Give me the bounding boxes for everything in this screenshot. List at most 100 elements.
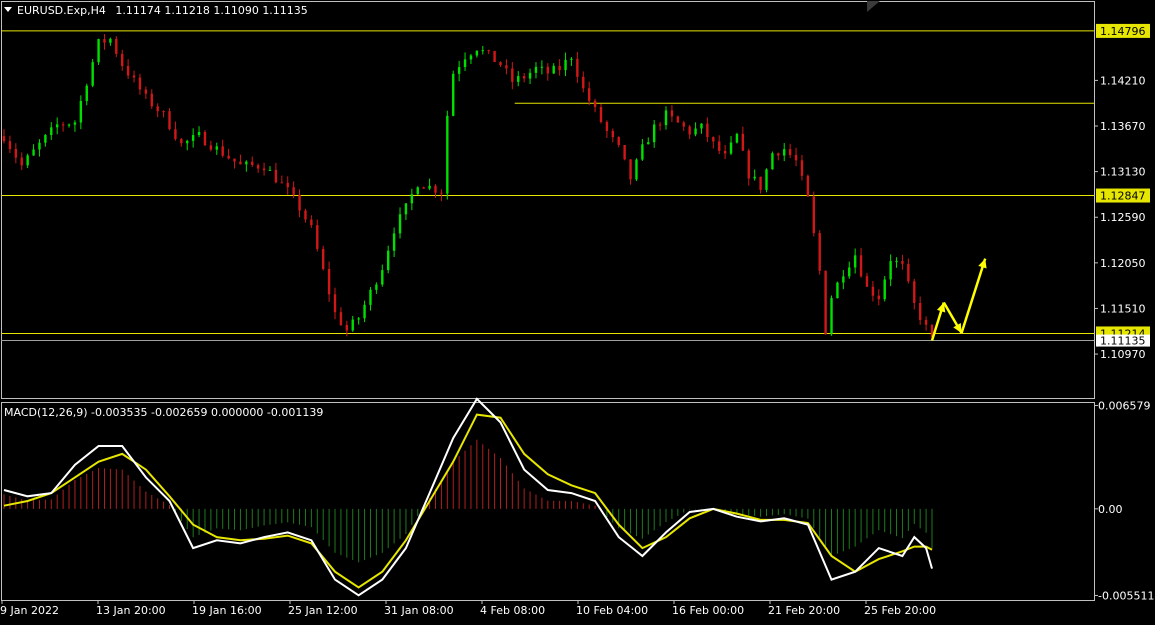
candle-body <box>540 66 544 68</box>
candle-body <box>91 62 94 86</box>
candle-body <box>26 155 29 166</box>
candle-body <box>392 233 396 251</box>
candle-body <box>487 50 490 52</box>
candle-body <box>375 284 378 290</box>
price-axis-label: 1.13670 <box>1100 120 1146 133</box>
time-axis-label: 9 Jan 2022 <box>0 604 59 617</box>
candle-body <box>534 66 538 73</box>
candle-body <box>274 169 278 183</box>
candle-body <box>245 161 248 165</box>
price-axis-label: 1.11510 <box>1100 302 1146 315</box>
candle-body <box>55 124 59 128</box>
candle-body <box>103 39 106 43</box>
candle-body <box>280 182 284 184</box>
candle-body <box>871 286 875 296</box>
candle-body <box>611 131 615 138</box>
candle-body <box>251 161 254 166</box>
candle-body <box>475 50 479 56</box>
candle-body <box>333 294 337 313</box>
level-price-tag-label: 1.12847 <box>1100 190 1146 203</box>
time-axis-label: 13 Jan 20:00 <box>96 604 166 617</box>
candle-body <box>121 53 124 67</box>
candle-body <box>718 141 721 151</box>
candle-body <box>546 66 549 74</box>
candle-body <box>469 55 473 60</box>
price-panel-frame <box>1 1 1095 399</box>
candle-body <box>138 77 142 90</box>
candle-body <box>292 187 295 195</box>
candle-body <box>481 50 484 52</box>
candle-body <box>209 145 213 150</box>
price-axis-label: 1.13130 <box>1100 166 1146 179</box>
candle-body <box>327 269 331 295</box>
candle-body <box>859 255 863 277</box>
candle-body <box>564 59 567 71</box>
candle-body <box>818 233 821 271</box>
candle-body <box>895 261 898 263</box>
candle-body <box>268 169 272 171</box>
candle-body <box>387 250 390 271</box>
candle-body <box>517 76 520 82</box>
collapse-triangle-icon[interactable] <box>4 7 12 12</box>
candle-body <box>765 169 768 190</box>
chart-labels: EURUSD.Exp,H4 1.11174 1.11218 1.11090 1.… <box>4 1 880 419</box>
candle-body <box>381 270 384 285</box>
candle-body <box>499 62 502 66</box>
price-axis-label: 1.10970 <box>1100 348 1146 361</box>
candle-body <box>664 110 668 126</box>
candle-body <box>735 133 739 143</box>
candle-body <box>570 58 573 60</box>
macd-axis-label: 0.00 <box>1098 503 1123 516</box>
candle-body <box>605 122 609 132</box>
macd-main-line <box>3 397 933 597</box>
candle-body <box>20 157 23 166</box>
candle-body <box>853 255 857 268</box>
candle-body <box>304 210 307 220</box>
candle-body <box>428 185 431 189</box>
projection-arrowhead[interactable] <box>978 258 987 269</box>
candle-body <box>682 122 685 127</box>
candle-body <box>221 146 224 156</box>
candle-body <box>629 159 632 180</box>
candle-body <box>558 65 561 71</box>
candle-body <box>924 319 928 325</box>
candle-body <box>865 276 869 287</box>
macd-lines <box>3 397 933 597</box>
candle-body <box>44 135 47 143</box>
candle-body <box>316 225 319 249</box>
candle-body <box>812 196 815 234</box>
candle-body <box>771 153 774 170</box>
projection-arrow-segment[interactable] <box>960 258 987 334</box>
candle-body <box>446 115 449 194</box>
candle-body <box>85 85 88 101</box>
macd-axis-label: 0.006579 <box>1098 399 1151 412</box>
chart-axes: 1.14210 1.13670 1.13130 1.12590 1.12050 1.115… <box>0 23 1154 617</box>
candle-body <box>233 158 236 162</box>
current-price-tag-label: 1.11135 <box>1100 335 1146 348</box>
candle-body <box>115 38 118 54</box>
candle-body <box>794 155 798 161</box>
candle-body <box>729 142 733 154</box>
candle-body <box>345 325 349 331</box>
chart-canvas[interactable]: 1.14210 1.13670 1.13130 1.12590 1.12050 1.115… <box>0 0 1155 620</box>
candle-body <box>658 124 662 126</box>
candle-body <box>150 93 153 107</box>
candle-body <box>156 106 159 112</box>
candle-body <box>410 194 414 204</box>
candle-body <box>191 135 195 141</box>
trading-chart-window[interactable]: 1.14210 1.13670 1.13130 1.12590 1.12050 1.115… <box>0 0 1155 620</box>
candle-body <box>511 68 514 82</box>
candle-body <box>79 100 83 123</box>
candle-body <box>132 75 136 78</box>
time-axis-label: 16 Feb 00:00 <box>672 604 744 617</box>
candle-body <box>783 149 786 156</box>
candle-body <box>215 146 218 150</box>
candle-body <box>61 124 65 126</box>
candle-body <box>700 123 703 129</box>
projection-arrows[interactable] <box>930 258 987 341</box>
ohlc-values: 1.11174 1.11218 1.11090 1.11135 <box>115 4 307 17</box>
time-axis-label: 19 Jan 16:00 <box>192 604 262 617</box>
symbol-label: EURUSD.Exp,H4 <box>17 4 106 17</box>
candle-body <box>907 263 910 282</box>
candle-body <box>889 261 892 280</box>
